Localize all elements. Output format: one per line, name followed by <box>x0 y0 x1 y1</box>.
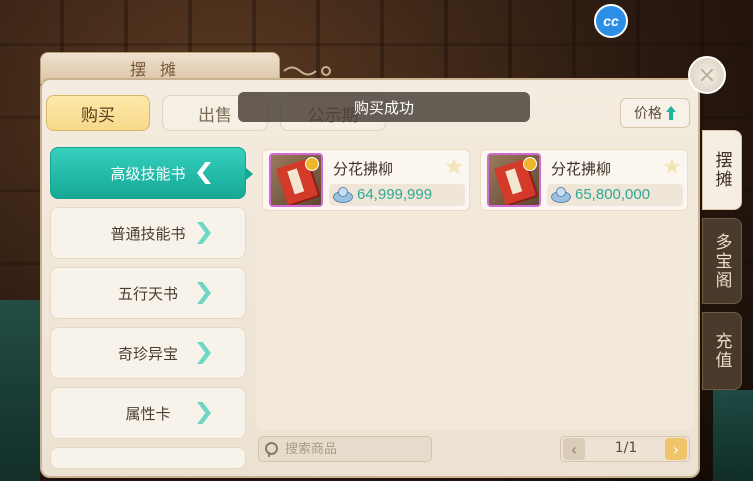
category-label: 高级技能书 <box>110 164 186 183</box>
chevron-right-icon <box>197 282 211 304</box>
window-title: 摆摊 <box>129 60 190 79</box>
favorite-star-icon[interactable] <box>445 158 463 174</box>
cc-icon[interactable]: cc <box>594 4 628 38</box>
category-label: 普通技能书 <box>110 224 186 243</box>
next-page-button[interactable]: › <box>665 438 687 460</box>
item-name: 分花拂柳 <box>551 160 612 178</box>
purchase-success-toast: 购买成功 <box>238 92 530 122</box>
category-attribute-card[interactable]: 属性卡 <box>50 387 246 439</box>
chevron-right-icon <box>197 222 211 244</box>
active-pointer-icon <box>246 168 253 180</box>
scroll-ornament-icon <box>283 66 331 76</box>
search-icon <box>265 442 279 457</box>
category-advanced-skill-book[interactable]: 高级技能书 <box>50 147 253 199</box>
close-icon: × <box>697 62 717 88</box>
chevron-right-icon <box>197 402 211 424</box>
category-label: 奇珍异宝 <box>117 344 178 363</box>
item-price: 65,800,000 <box>575 186 651 203</box>
prev-page-button[interactable]: ‹ <box>563 438 585 460</box>
skill-book-icon <box>487 153 541 207</box>
sort-by-price-button[interactable]: 价格 <box>620 98 690 128</box>
category-more-partial[interactable] <box>50 447 246 469</box>
chevron-left-icon <box>197 162 211 184</box>
skill-book-icon <box>269 153 323 207</box>
close-button[interactable]: × <box>688 56 726 94</box>
page-indicator: 1/1 <box>614 440 638 456</box>
side-tab-treasure-pavilion[interactable]: 多宝阁 <box>702 218 742 304</box>
sort-label: 价格 <box>634 106 662 122</box>
category-label: 属性卡 <box>125 404 171 423</box>
item-price-row: 65,800,000 <box>547 184 683 206</box>
side-tab-recharge[interactable]: 充值 <box>702 312 742 390</box>
pagination: ‹ 1/1 › <box>560 436 690 462</box>
silver-coin-icon <box>333 187 353 203</box>
category-five-elements-book[interactable]: 五行天书 <box>50 267 246 319</box>
side-tab-stall[interactable]: 摆摊 <box>702 130 742 210</box>
item-price-row: 64,999,999 <box>329 184 465 206</box>
search-input[interactable] <box>285 439 425 459</box>
background-pillar-right <box>713 390 753 481</box>
item-price: 64,999,999 <box>357 186 433 203</box>
item-card[interactable]: 分花拂柳 64,999,999 <box>262 149 470 211</box>
tab-buy[interactable]: 购买 <box>46 95 150 131</box>
category-label: 五行天书 <box>117 284 178 303</box>
favorite-star-icon[interactable] <box>663 158 681 174</box>
item-card[interactable]: 分花拂柳 65,800,000 <box>480 149 688 211</box>
background-pillar-left <box>0 300 40 481</box>
chevron-right-icon <box>197 342 211 364</box>
search-box[interactable] <box>258 436 432 462</box>
category-normal-skill-book[interactable]: 普通技能书 <box>50 207 246 259</box>
category-rare-treasures[interactable]: 奇珍异宝 <box>50 327 246 379</box>
silver-coin-icon <box>551 187 571 203</box>
item-name: 分花拂柳 <box>333 160 394 178</box>
sort-up-arrow-icon <box>666 106 676 120</box>
